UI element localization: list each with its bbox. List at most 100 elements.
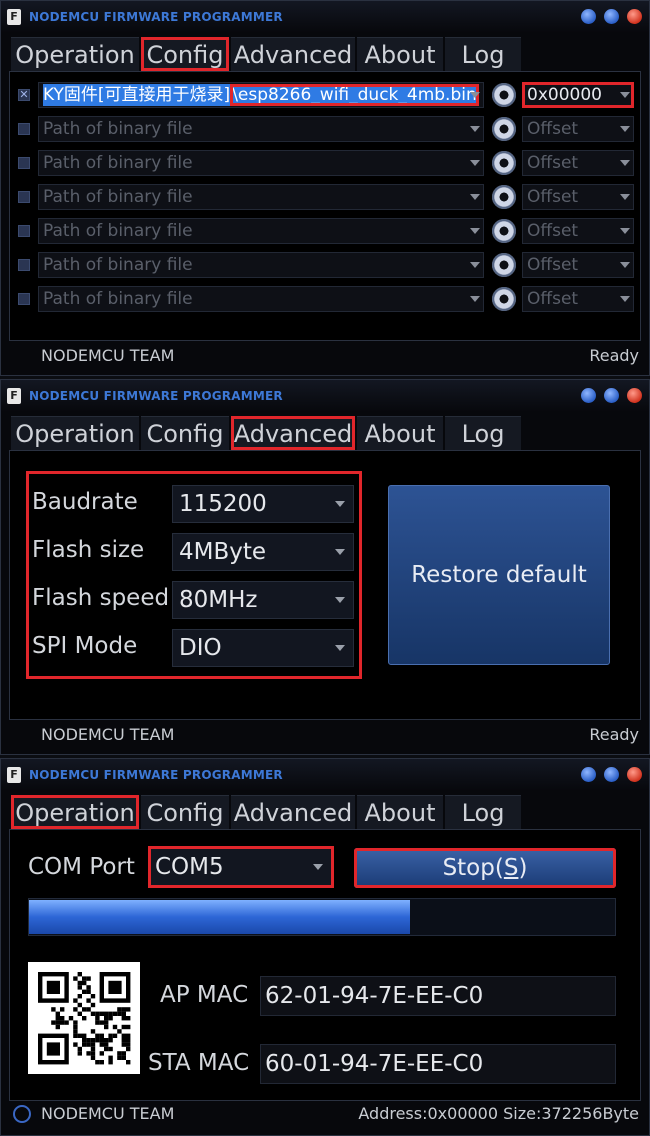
operation-panel: COM Port COM5 Stop(S) AP MAC 62-01-94-7E… [9, 829, 641, 1101]
maximize-button[interactable] [604, 767, 619, 782]
sta-mac-field: 60-01-94-7E-EE-C0 [260, 1044, 616, 1084]
binary-path-field[interactable]: Path of binary file [38, 116, 484, 142]
flash-speed-select[interactable]: 80MHz [172, 581, 354, 619]
stop-button[interactable]: Stop(S) [354, 848, 616, 888]
chevron-down-icon[interactable] [470, 262, 480, 268]
operation-window: F NODEMCU FIRMWARE PROGRAMMER Operation … [0, 758, 650, 1136]
team-label: NODEMCU TEAM [41, 725, 175, 744]
firmware-row: Path of binary file Offset [10, 114, 640, 144]
chevron-down-icon[interactable] [620, 126, 630, 132]
tab-operation[interactable]: Operation [11, 416, 139, 450]
sta-mac-label: STA MAC [148, 1050, 250, 1076]
binary-path-field[interactable]: Path of binary file [38, 184, 484, 210]
title-bar: F NODEMCU FIRMWARE PROGRAMMER [1, 380, 649, 412]
tab-log[interactable]: Log [445, 37, 521, 71]
binary-path-field[interactable]: Path of binary file [38, 218, 484, 244]
offset-field[interactable]: Offset [522, 116, 634, 142]
firmware-row: Path of binary file Offset [10, 250, 640, 280]
close-button[interactable] [627, 767, 642, 782]
config-window: F NODEMCU FIRMWARE PROGRAMMER Operation … [0, 0, 650, 376]
chevron-down-icon[interactable] [620, 160, 630, 166]
chevron-down-icon[interactable] [470, 194, 480, 200]
chevron-down-icon[interactable] [620, 296, 630, 302]
com-port-select[interactable]: COM5 [148, 846, 334, 888]
tab-config[interactable]: Config [141, 37, 229, 71]
chevron-down-icon[interactable] [620, 262, 630, 268]
flash-size-select[interactable]: 4MByte [172, 533, 354, 571]
chevron-down-icon[interactable] [470, 92, 480, 98]
tab-about[interactable]: About [357, 416, 443, 450]
chevron-down-icon[interactable] [620, 228, 630, 234]
offset-field[interactable]: Offset [522, 184, 634, 210]
maximize-button[interactable] [604, 388, 619, 403]
row-checkbox[interactable] [18, 293, 30, 305]
tab-operation[interactable]: Operation [11, 795, 139, 829]
firmware-row: Path of binary file Offset [10, 284, 640, 314]
tab-log[interactable]: Log [445, 416, 521, 450]
flash-size-label: Flash size [32, 537, 145, 563]
gear-icon[interactable] [492, 117, 516, 141]
tab-advanced[interactable]: Advanced [231, 37, 355, 71]
row-checkbox[interactable] [18, 225, 30, 237]
chevron-down-icon [335, 597, 345, 603]
restore-default-button[interactable]: Restore default [388, 485, 610, 665]
gear-icon[interactable] [492, 83, 516, 107]
progress-fill [29, 900, 410, 934]
minimize-button[interactable] [581, 767, 596, 782]
title-bar: F NODEMCU FIRMWARE PROGRAMMER [1, 759, 649, 791]
tab-log[interactable]: Log [445, 795, 521, 829]
tab-about[interactable]: About [357, 37, 443, 71]
row-checkbox[interactable] [18, 259, 30, 271]
chevron-down-icon[interactable] [620, 92, 630, 98]
ap-mac-label: AP MAC [160, 982, 249, 1008]
gear-icon[interactable] [492, 253, 516, 277]
gear-icon[interactable] [492, 219, 516, 243]
binary-path-field[interactable]: KY固件[可直接用于烧录] \esp8266_wifi_duck_4mb.bin [38, 82, 484, 108]
qr-code-icon [38, 972, 131, 1065]
ap-mac-field: 62-01-94-7E-EE-C0 [260, 976, 616, 1016]
spi-mode-label: SPI Mode [32, 633, 138, 659]
chevron-down-icon[interactable] [470, 228, 480, 234]
minimize-button[interactable] [581, 388, 596, 403]
gear-icon[interactable] [492, 185, 516, 209]
binary-path-field[interactable]: Path of binary file [38, 286, 484, 312]
offset-field[interactable]: 0x00000 [522, 82, 634, 108]
app-icon: F [7, 767, 21, 783]
chevron-down-icon[interactable] [470, 160, 480, 166]
chevron-down-icon[interactable] [620, 194, 630, 200]
binary-path-field[interactable]: Path of binary file [38, 150, 484, 176]
advanced-panel: Baudrate 115200 Flash size 4MByte Flash … [9, 450, 641, 720]
qr-code [28, 962, 140, 1074]
spi-mode-select[interactable]: DIO [172, 629, 354, 667]
minimize-button[interactable] [581, 9, 596, 24]
close-button[interactable] [627, 388, 642, 403]
app-icon: F [7, 9, 21, 25]
tab-operation[interactable]: Operation [11, 37, 139, 71]
path-selected-part: KY固件[可直接用于烧录] [43, 84, 231, 106]
tab-advanced[interactable]: Advanced [231, 416, 355, 450]
row-checkbox[interactable] [18, 123, 30, 135]
tab-config[interactable]: Config [141, 416, 229, 450]
row-checkbox[interactable]: ✕ [18, 89, 30, 101]
tab-advanced[interactable]: Advanced [231, 795, 355, 829]
chevron-down-icon[interactable] [470, 296, 480, 302]
row-checkbox[interactable] [18, 157, 30, 169]
close-button[interactable] [627, 9, 642, 24]
gear-icon[interactable] [492, 151, 516, 175]
firmware-row: Path of binary file Offset [10, 148, 640, 178]
baudrate-select[interactable]: 115200 [172, 485, 354, 523]
chevron-down-icon[interactable] [470, 126, 480, 132]
binary-path-field[interactable]: Path of binary file [38, 252, 484, 278]
row-checkbox[interactable] [18, 191, 30, 203]
maximize-button[interactable] [604, 9, 619, 24]
offset-field[interactable]: Offset [522, 252, 634, 278]
offset-field[interactable]: Offset [522, 218, 634, 244]
address-size-status: Address:0x00000 Size:372256Byte [358, 1104, 639, 1123]
app-title: NODEMCU FIRMWARE PROGRAMMER [29, 389, 283, 403]
offset-field[interactable]: Offset [522, 150, 634, 176]
tab-config[interactable]: Config [141, 795, 229, 829]
offset-field[interactable]: Offset [522, 286, 634, 312]
firmware-row: Path of binary file Offset [10, 216, 640, 246]
tab-about[interactable]: About [357, 795, 443, 829]
gear-icon[interactable] [492, 287, 516, 311]
